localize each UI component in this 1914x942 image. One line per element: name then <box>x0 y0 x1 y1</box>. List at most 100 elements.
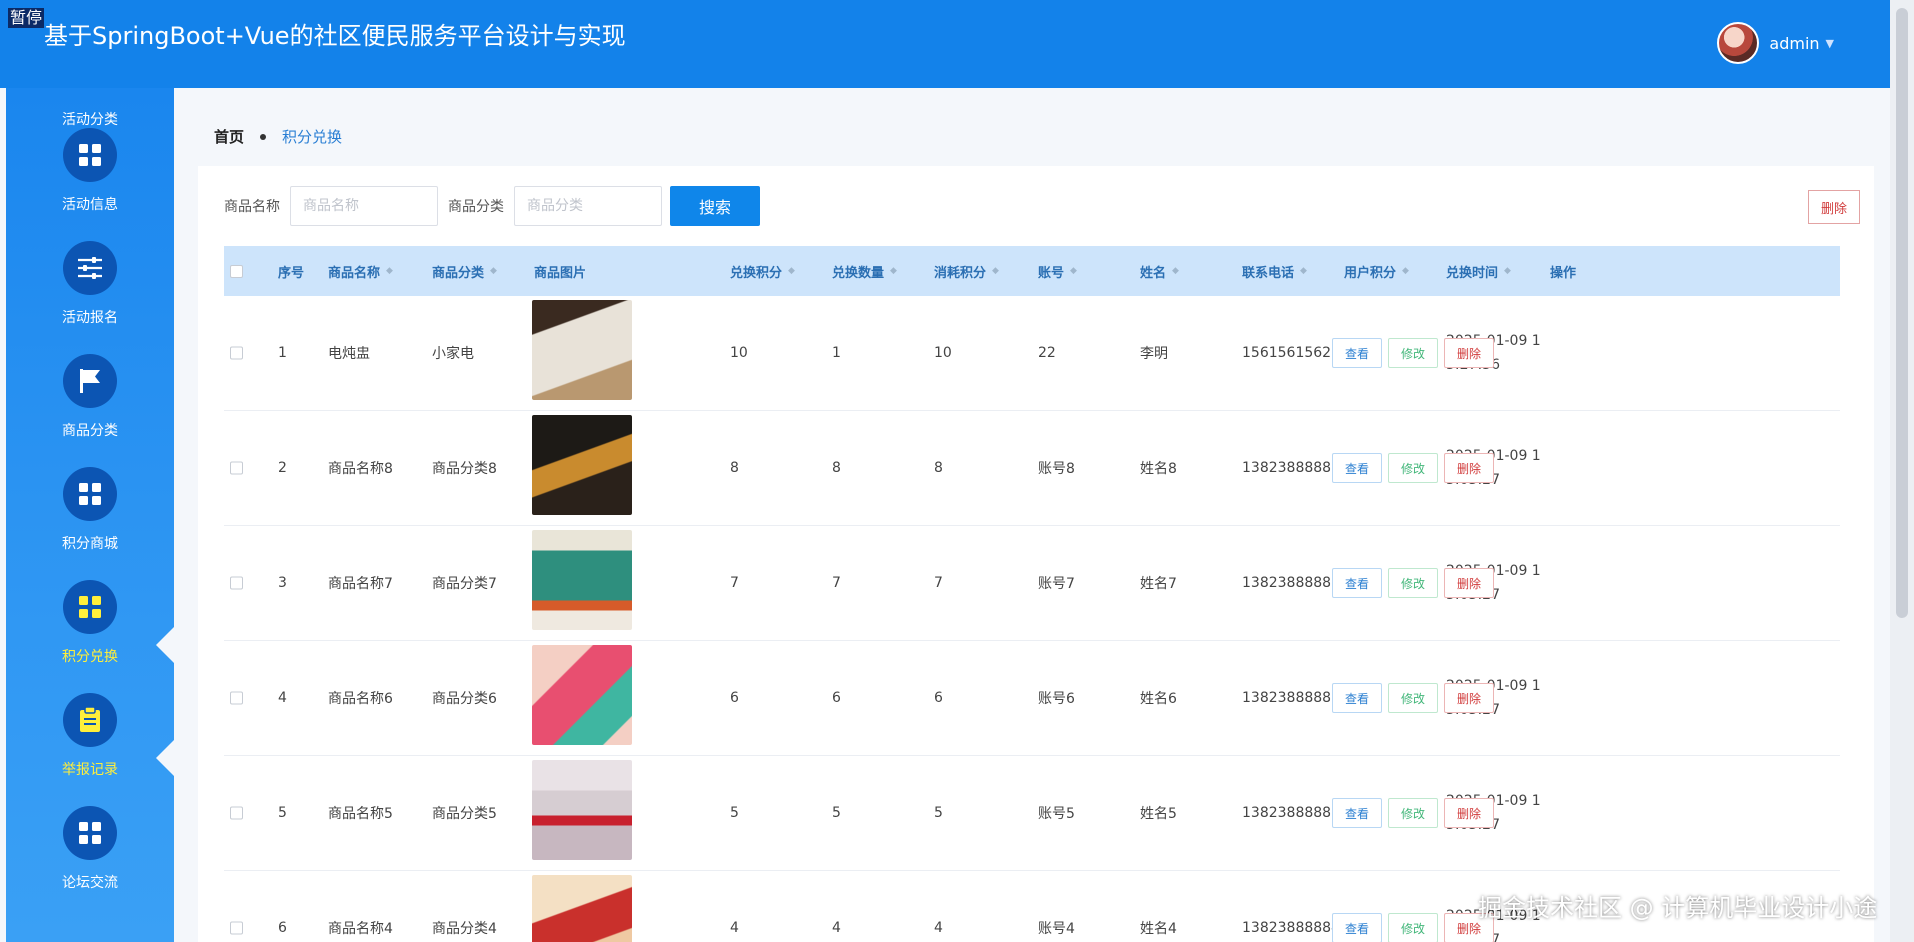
product-name-label: 商品名称 <box>224 199 280 215</box>
user-menu[interactable]: admin ▼ <box>1717 22 1834 64</box>
cell-exchange-points: 6 <box>730 690 739 706</box>
delete-button[interactable]: 删除 <box>1444 568 1494 598</box>
product-image[interactable] <box>532 530 632 630</box>
cell-phone: 13823888886 <box>1242 690 1340 706</box>
product-image[interactable] <box>532 760 632 860</box>
cell-account: 22 <box>1038 345 1056 361</box>
row-checkbox[interactable] <box>230 461 243 475</box>
product-category-input[interactable] <box>514 186 662 226</box>
avatar[interactable] <box>1717 22 1760 64</box>
sidebar-item-product-category[interactable]: 商品分类 <box>6 354 174 466</box>
paused-tag: 暂停 <box>8 8 45 28</box>
col-phone[interactable]: 联系电话 ◆ <box>1242 262 1307 281</box>
view-button[interactable]: 查看 <box>1332 568 1382 598</box>
delete-button[interactable]: 删除 <box>1444 453 1494 483</box>
cell-exchange-points: 4 <box>730 920 739 936</box>
edit-button[interactable]: 修改 <box>1388 913 1438 942</box>
row-checkbox[interactable] <box>230 806 243 820</box>
main-content: 首页 积分兑换 商品名称 商品分类 搜索 删除 序号 商品名称◆ 商品分类◆ 商… <box>174 88 1890 942</box>
user-name[interactable]: admin <box>1769 34 1819 53</box>
breadcrumb-home[interactable]: 首页 <box>214 126 244 147</box>
grid-icon <box>63 580 117 634</box>
col-person-name[interactable]: 姓名 ◆ <box>1140 262 1179 281</box>
table-row: 1 电炖盅 小家电 10 1 10 22 李明 15615615622 19 2… <box>224 296 1840 411</box>
col-user-points[interactable]: 用户积分 ◆ <box>1344 262 1409 281</box>
product-image[interactable] <box>532 300 632 400</box>
table-row: 3 商品名称7 商品分类7 7 7 7 账号7 姓名7 13823888887 … <box>224 526 1840 641</box>
product-image[interactable] <box>532 645 632 745</box>
sidebar-item-report-records[interactable]: 举报记录 <box>6 693 174 805</box>
row-checkbox[interactable] <box>230 346 243 360</box>
bulk-delete-button[interactable]: 删除 <box>1808 190 1860 224</box>
view-button[interactable]: 查看 <box>1332 913 1382 942</box>
product-name-input[interactable] <box>290 186 438 226</box>
col-no: 序号 <box>278 265 305 281</box>
col-exchange-qty[interactable]: 兑换数量 ◆ <box>832 262 897 281</box>
product-image[interactable] <box>532 875 632 942</box>
search-button[interactable]: 搜索 <box>670 186 760 226</box>
sidebar-item-label: 活动信息 <box>62 197 118 213</box>
cell-exchange-qty: 5 <box>832 805 841 821</box>
col-exchange-time[interactable]: 兑换时间 ◆ <box>1446 262 1511 281</box>
sidebar-item-label: 论坛交流 <box>62 875 118 891</box>
exchange-table: 序号 商品名称 ◆ 商品分类 ◆ 商品图片 兑换积分 ◆ 兑换数量 ◆ 消耗积分 ◆ 账号… <box>224 246 1840 942</box>
view-button[interactable]: 查看 <box>1332 338 1382 368</box>
cell-account: 账号7 <box>1038 576 1075 592</box>
grid-icon <box>63 806 117 860</box>
sidebar-item-points-mall[interactable]: 积分商城 <box>6 467 174 579</box>
active-indicator <box>156 627 174 663</box>
sidebar-item-points-exchange[interactable]: 积分兑换 <box>6 580 174 692</box>
cell-no: 4 <box>278 690 287 706</box>
cell-person-name: 姓名6 <box>1140 691 1177 707</box>
edit-button[interactable]: 修改 <box>1388 568 1438 598</box>
sidebar-item-activity-info[interactable]: 活动信息 <box>6 128 174 240</box>
cell-exchange-qty: 4 <box>832 920 841 936</box>
row-checkbox[interactable] <box>230 921 243 935</box>
caret-down-icon[interactable]: ▼ <box>1826 37 1834 50</box>
col-product-name[interactable]: 商品名称 ◆ <box>328 262 393 281</box>
sidebar-item-activity-category[interactable]: 活动分类 <box>6 109 174 129</box>
col-exchange-points[interactable]: 兑换积分 ◆ <box>730 262 795 281</box>
row-checkbox[interactable] <box>230 691 243 705</box>
view-button[interactable]: 查看 <box>1332 798 1382 828</box>
content-card: 商品名称 商品分类 搜索 删除 序号 商品名称◆ 商品分类◆ 商品图片 兑换积分… <box>198 166 1874 942</box>
product-image[interactable] <box>532 415 632 515</box>
sort-icon: ◆ <box>1300 265 1307 276</box>
cell-product-name: 商品名称6 <box>328 691 393 707</box>
breadcrumb: 首页 积分兑换 <box>214 126 342 147</box>
table-row: 5 商品名称5 商品分类5 5 5 5 账号5 姓名5 13823888885 … <box>224 756 1840 871</box>
cell-account: 账号4 <box>1038 921 1075 937</box>
cell-exchange-points: 7 <box>730 575 739 591</box>
delete-button[interactable]: 删除 <box>1444 683 1494 713</box>
cell-product-category: 商品分类5 <box>432 806 497 822</box>
delete-button[interactable]: 删除 <box>1444 338 1494 368</box>
sidebar-item-forum[interactable]: 论坛交流 <box>6 806 174 918</box>
sidebar: 活动分类 活动信息 活动报名 商品分类 积分商城 积分兑换 举报记录 论坛交流 <box>6 88 174 942</box>
cell-person-name: 姓名8 <box>1140 461 1177 477</box>
edit-button[interactable]: 修改 <box>1388 453 1438 483</box>
col-account[interactable]: 账号 ◆ <box>1038 262 1077 281</box>
row-actions: 查看 修改 删除 <box>1332 568 1500 598</box>
row-checkbox[interactable] <box>230 576 243 590</box>
page-scroll-thumb[interactable] <box>1896 8 1908 618</box>
col-product-category[interactable]: 商品分类 ◆ <box>432 262 497 281</box>
cell-cost-points: 8 <box>934 460 943 476</box>
sliders-icon <box>63 241 117 295</box>
cell-exchange-qty: 1 <box>832 345 841 361</box>
col-cost-points[interactable]: 消耗积分 ◆ <box>934 262 999 281</box>
cell-exchange-points: 10 <box>730 345 748 361</box>
select-all-checkbox[interactable] <box>230 264 243 278</box>
view-button[interactable]: 查看 <box>1332 683 1382 713</box>
edit-button[interactable]: 修改 <box>1388 798 1438 828</box>
page-scrollbar[interactable] <box>1890 0 1914 942</box>
watermark: 掘金技术社区 @ 计算机毕业设计小途 <box>1478 894 1878 922</box>
cell-cost-points: 6 <box>934 690 943 706</box>
delete-button[interactable]: 删除 <box>1444 798 1494 828</box>
edit-button[interactable]: 修改 <box>1388 338 1438 368</box>
edit-button[interactable]: 修改 <box>1388 683 1438 713</box>
sort-icon: ◆ <box>490 265 497 276</box>
cell-cost-points: 10 <box>934 345 952 361</box>
view-button[interactable]: 查看 <box>1332 453 1382 483</box>
sidebar-item-activity-signup[interactable]: 活动报名 <box>6 241 174 353</box>
sort-icon: ◆ <box>1172 265 1179 276</box>
